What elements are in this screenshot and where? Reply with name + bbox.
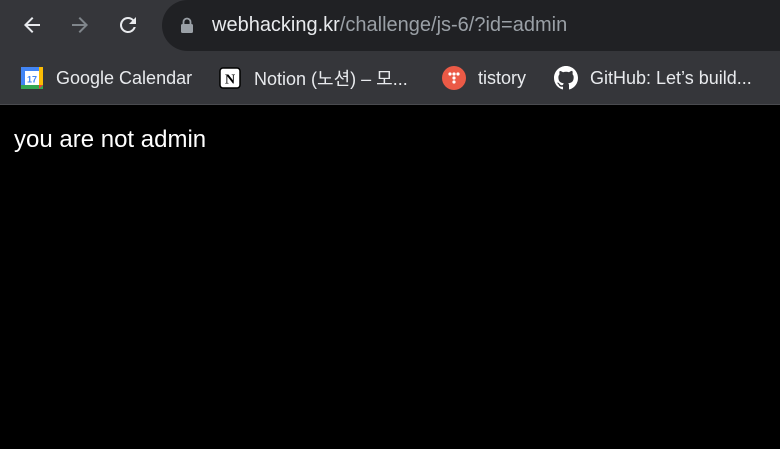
bookmark-label: Notion (노션) – 모... [254,69,408,89]
forward-button[interactable] [64,9,96,41]
svg-text:N: N [225,73,235,88]
url-text[interactable]: webhacking.kr/challenge/js-6/?id=admin [212,13,567,37]
bookmark-tistory[interactable]: tistory [442,64,526,92]
reload-button[interactable] [112,9,144,41]
browser-toolbar: webhacking.kr/challenge/js-6/?id=admin [0,0,780,52]
back-arrow-icon [24,17,40,33]
reload-icon [119,16,136,33]
bookmark-label: Google Calendar [56,67,193,88]
forward-arrow-icon [72,17,88,33]
bookmark-google-calendar[interactable]: 17 Google Calendar [20,64,192,92]
bookmark-label: tistory [478,67,527,88]
back-button[interactable] [16,9,48,41]
svg-text:17: 17 [27,75,37,85]
google-calendar-icon: 17 [20,66,44,90]
bookmark-label: GitHub: Let’s build... [590,67,752,88]
address-bar[interactable]: webhacking.kr/challenge/js-6/?id=admin [162,0,780,51]
page-message: you are not admin [14,126,207,153]
lock-icon[interactable] [180,17,194,33]
tistory-icon [442,66,466,90]
github-icon [554,66,578,90]
notion-icon: N [218,66,242,90]
bookmarks-bar: 17 Google Calendar N Notion (노션) – 모... [0,52,780,105]
bookmark-notion[interactable]: N Notion (노션) – 모... [218,64,408,92]
browser-window: webhacking.kr/challenge/js-6/?id=admin 1… [0,0,780,449]
bookmark-github[interactable]: GitHub: Let’s build... [554,64,752,92]
page-content: you are not admin [0,105,780,449]
url-path: /challenge/js-6/?id=admin [339,14,568,36]
url-host: webhacking.kr [212,14,340,36]
